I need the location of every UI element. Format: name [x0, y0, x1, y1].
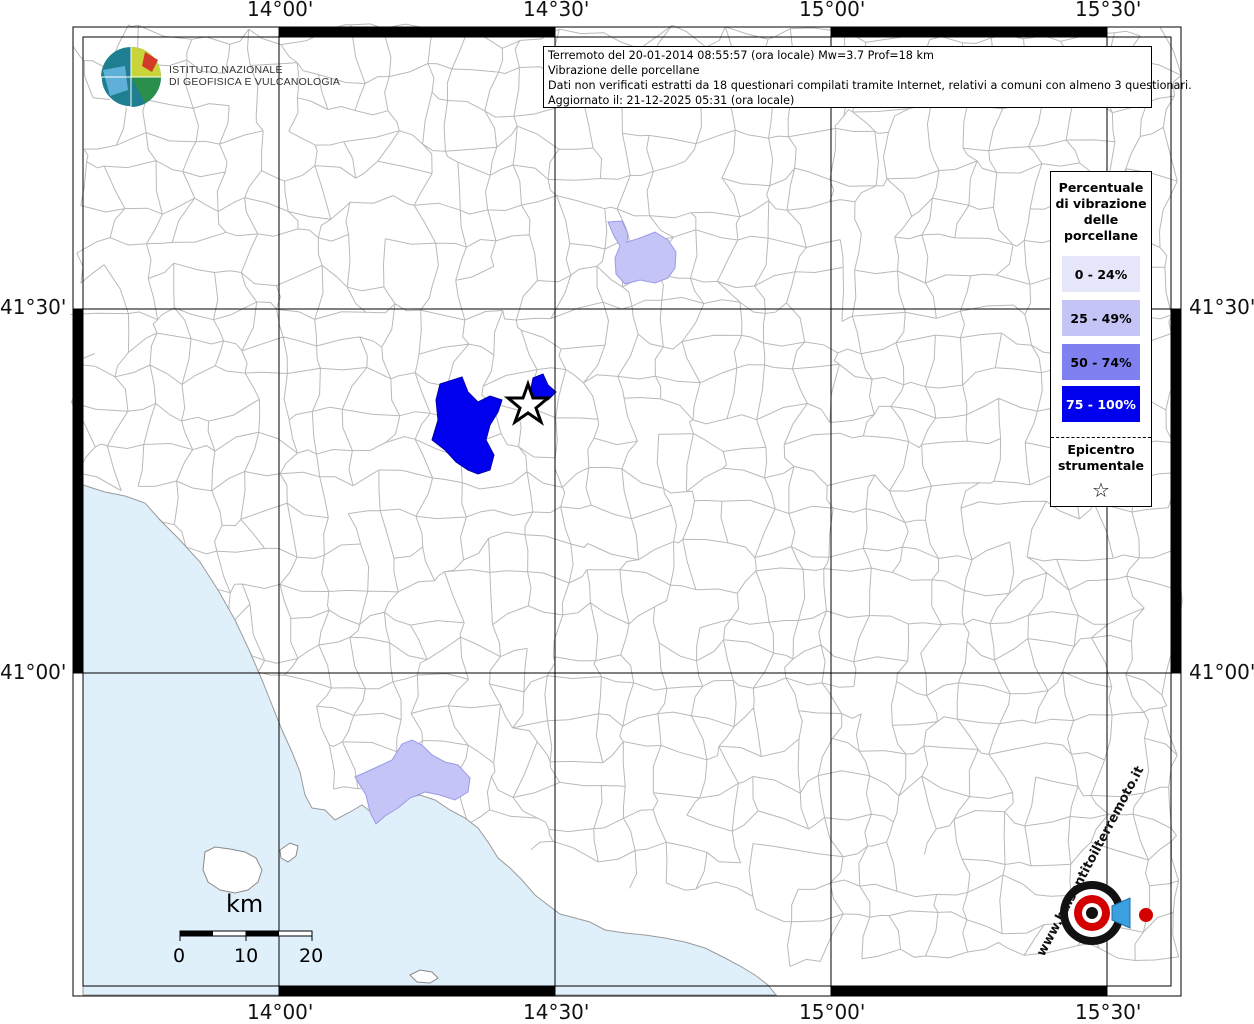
intensity-map — [70, 23, 1183, 997]
ingv-logo-icon — [100, 47, 161, 108]
legend-title-line: Percentuale — [1058, 180, 1144, 195]
event-info-box: Terremoto del 20-01-2014 08:55:57 (ora l… — [543, 46, 1192, 108]
lon-label-bottom-3: 15°00' — [799, 1000, 866, 1024]
lon-label-top-3: 15°00' — [799, 0, 866, 21]
scale-tick-0: 0 — [173, 945, 186, 967]
legend-epicenter-line: Epicentro — [1067, 442, 1135, 457]
legend-swatch-label: 75 - 100% — [1066, 396, 1136, 412]
legend-swatch-50-74: 50 - 74% — [1062, 344, 1140, 380]
legend-epicenter-line: strumentale — [1057, 458, 1145, 473]
event-parameter: Vibrazione delle porcellane — [548, 64, 700, 77]
lon-label-top-4: 15°30' — [1075, 0, 1142, 21]
legend-star-icon: ☆ — [1092, 478, 1110, 502]
lon-label-top-2: 14°30' — [523, 0, 590, 21]
legend-swatch-label: 0 - 24% — [1074, 266, 1128, 282]
lat-label-left-1: 41°30' — [0, 295, 67, 319]
lat-label-left-2: 41°00' — [0, 660, 67, 684]
legend-swatch-label: 50 - 74% — [1070, 354, 1132, 370]
ingv-logo-text: ISTITUTO NAZIONALE DI GEOFISICA E VULCAN… — [169, 64, 340, 88]
legend-swatch-label: 25 - 49% — [1070, 310, 1132, 326]
legend-swatch-0-24: 0 - 24% — [1062, 256, 1140, 292]
legend-swatch-25-49: 25 - 49% — [1062, 300, 1140, 336]
event-title: Terremoto del 20-01-2014 08:55:57 (ora l… — [548, 49, 934, 62]
lon-label-bottom-1: 14°00' — [247, 1000, 314, 1024]
event-updated: Aggiornato il: 21-12-2025 05:31 (ora loc… — [548, 94, 795, 107]
lon-label-top-1: 14°00' — [247, 0, 314, 21]
lon-label-bottom-2: 14°30' — [523, 1000, 590, 1024]
scale-tick-20: 20 — [299, 945, 324, 967]
legend-title-line: porcellane — [1064, 228, 1138, 243]
legend-title-line: di vibrazione — [1055, 196, 1147, 211]
scale-unit: km — [226, 890, 264, 918]
scale-tick-10: 10 — [234, 945, 259, 967]
lat-label-right-2: 41°00' — [1189, 660, 1254, 684]
ingv-line-2: DI GEOFISICA E VULCANOLOGIA — [169, 76, 341, 88]
legend-title-line: delle — [1083, 212, 1119, 227]
legend-epicenter-label: Epicentro strumentale — [1051, 442, 1151, 474]
legend-divider — [1051, 437, 1151, 438]
ingv-line-1: ISTITUTO NAZIONALE — [169, 64, 283, 76]
event-data-note: Dati non verificati estratti da 18 quest… — [548, 79, 1192, 92]
legend-title: Percentuale di vibrazione delle porcella… — [1051, 180, 1151, 244]
legend-swatch-75-100: 75 - 100% — [1062, 386, 1140, 422]
legend: Percentuale di vibrazione delle porcella… — [1050, 171, 1152, 507]
lon-label-bottom-4: 15°30' — [1075, 1000, 1142, 1024]
lat-label-right-1: 41°30' — [1189, 295, 1254, 319]
